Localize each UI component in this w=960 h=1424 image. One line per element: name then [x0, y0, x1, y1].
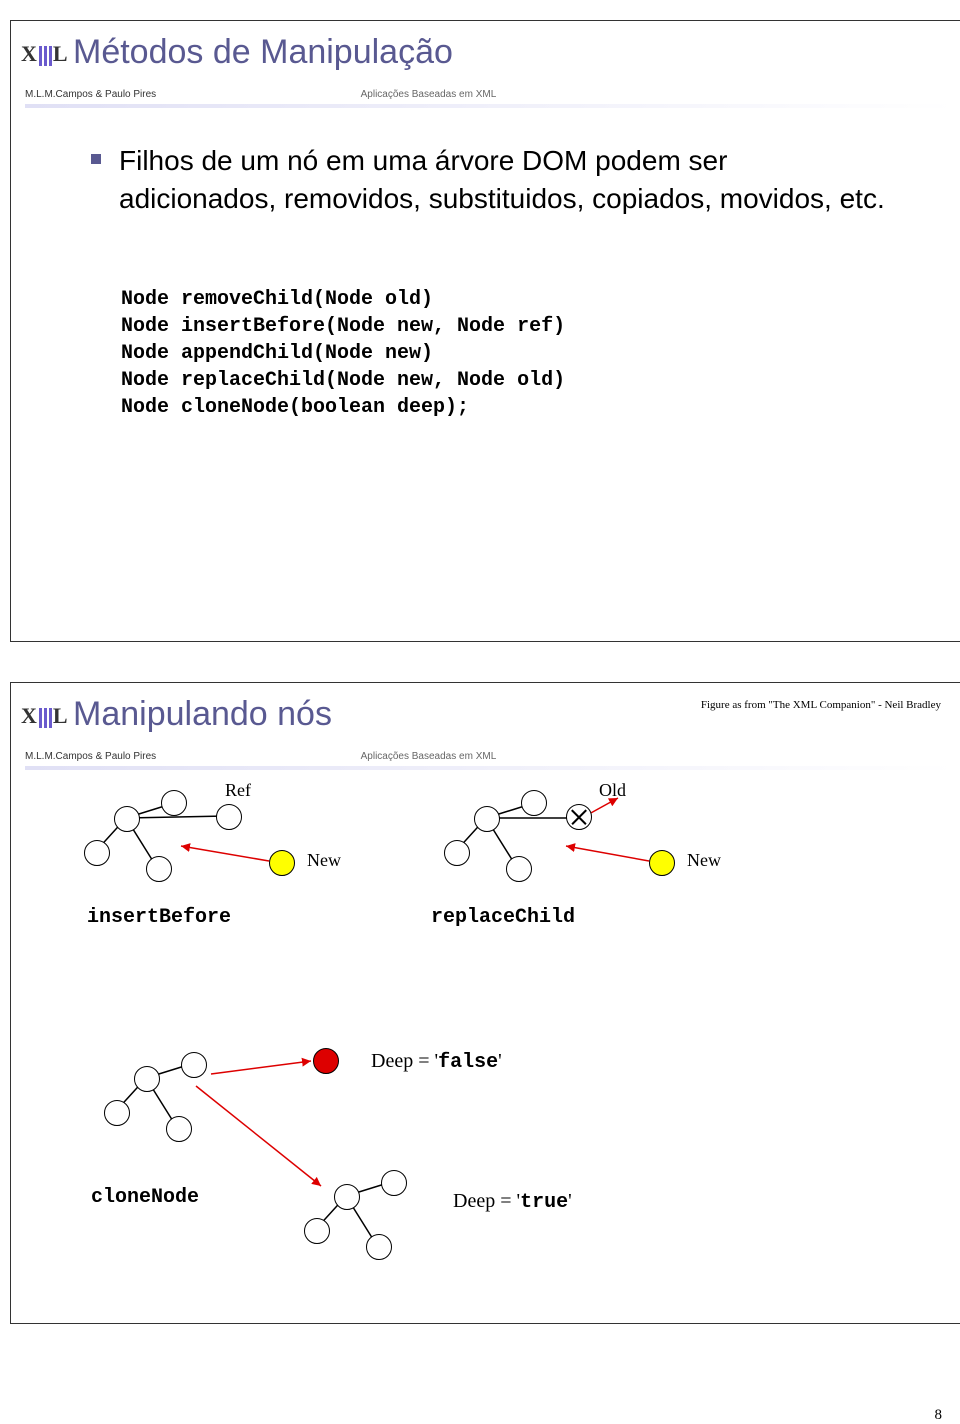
- slide-body: Filhos de um nó em uma árvore DOM podem …: [11, 108, 960, 431]
- tree-node: [114, 806, 140, 832]
- bullet-item: Filhos de um nó em uma árvore DOM podem …: [91, 142, 889, 218]
- tree-node-new: [649, 850, 675, 876]
- label-old: Old: [599, 780, 626, 801]
- label-deep-true: Deep = 'true': [453, 1190, 572, 1214]
- label-ref: Ref: [225, 780, 251, 801]
- tree-node: [381, 1170, 407, 1196]
- xml-logo: XL: [21, 703, 69, 729]
- page-number: 8: [935, 1407, 943, 1424]
- authors: M.L.M.Campos & Paulo Pires: [25, 89, 156, 100]
- meta-row: M.L.M.Campos & Paulo Pires Aplicações Ba…: [25, 746, 960, 764]
- code-block: Node removeChild(Node old) Node insertBe…: [121, 286, 889, 421]
- tree-node: [444, 840, 470, 866]
- meta-row: M.L.M.Campos & Paulo Pires Aplicações Ba…: [25, 84, 960, 102]
- label-new: New: [307, 850, 341, 871]
- tree-node: [104, 1100, 130, 1126]
- label-new: New: [687, 850, 721, 871]
- tree-node-ref: [216, 804, 242, 830]
- app-label: Aplicações Baseadas em XML: [361, 751, 497, 762]
- tree-node-old: [566, 804, 592, 830]
- bullet-icon: [91, 154, 101, 164]
- xml-logo: XL: [21, 41, 69, 67]
- tree-node: [304, 1218, 330, 1244]
- tree-node-new: [269, 850, 295, 876]
- tree-node: [134, 1066, 160, 1092]
- label-insertBefore: insertBefore: [87, 906, 231, 929]
- diagram-area: Ref New Old New insertBefore replaceChil…: [11, 776, 960, 1256]
- slide-header: Manipulando nós: [11, 683, 960, 742]
- tree-node-clone: [313, 1048, 339, 1074]
- tree-node: [506, 856, 532, 882]
- figure-caption: Figure as from "The XML Companion" - Nei…: [701, 699, 941, 711]
- meta-bar: [25, 766, 955, 770]
- label-replaceChild: replaceChild: [431, 906, 575, 929]
- tree-node: [166, 1116, 192, 1142]
- tree-node: [521, 790, 547, 816]
- label-cloneNode: cloneNode: [91, 1186, 199, 1209]
- label-deep-false: Deep = 'false': [371, 1050, 502, 1074]
- app-label: Aplicações Baseadas em XML: [361, 89, 497, 100]
- tree-node: [334, 1184, 360, 1210]
- slide-2: XL Manipulando nós Figure as from "The X…: [10, 682, 960, 1324]
- tree-node: [161, 790, 187, 816]
- tree-node: [366, 1234, 392, 1260]
- slide-title: Métodos de Manipulação: [73, 33, 955, 72]
- tree-node: [474, 806, 500, 832]
- slide-header: Métodos de Manipulação: [11, 21, 960, 80]
- tree-node: [84, 840, 110, 866]
- tree-node: [146, 856, 172, 882]
- tree-node: [181, 1052, 207, 1078]
- slide-1: XL Métodos de Manipulação M.L.M.Campos &…: [10, 20, 960, 642]
- authors: M.L.M.Campos & Paulo Pires: [25, 751, 156, 762]
- bullet-text: Filhos de um nó em uma árvore DOM podem …: [119, 142, 889, 218]
